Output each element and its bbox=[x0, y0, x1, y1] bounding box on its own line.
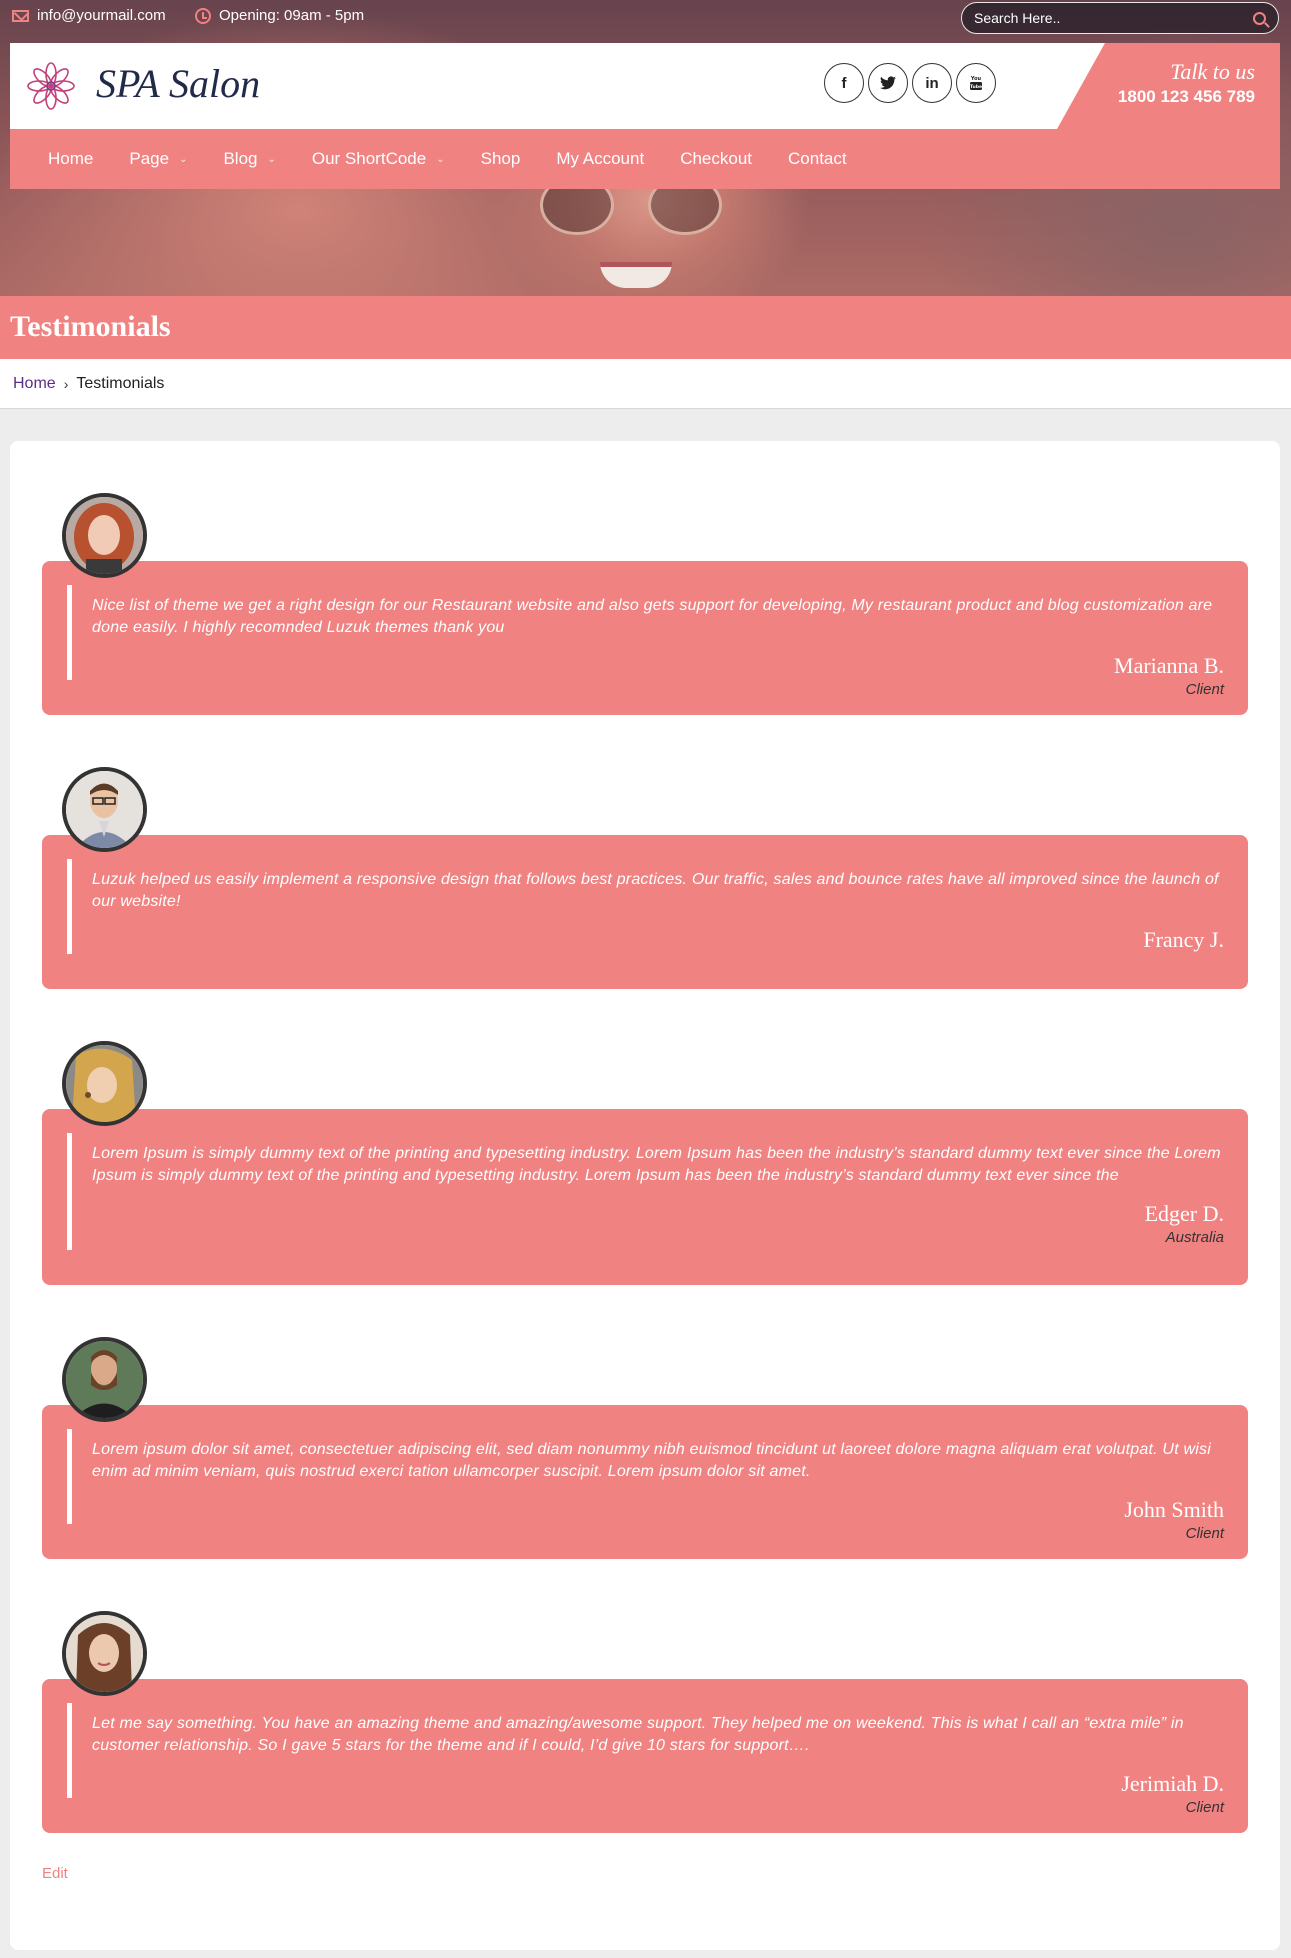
testimonial-role: Client bbox=[1185, 681, 1224, 698]
testimonial-bubble: Nice list of theme we get a right design… bbox=[42, 561, 1248, 715]
nav-item-shop[interactable]: Shop bbox=[481, 149, 521, 169]
search-input[interactable] bbox=[974, 10, 1253, 26]
avatar bbox=[62, 767, 147, 852]
mail-icon bbox=[12, 9, 29, 22]
linkedin-icon[interactable]: in bbox=[912, 63, 952, 103]
nav-label: Home bbox=[48, 149, 94, 168]
page-title: Testimonials bbox=[10, 310, 171, 343]
breadcrumb-home-link[interactable]: Home bbox=[13, 375, 56, 393]
search-box bbox=[961, 2, 1279, 34]
search-icon[interactable] bbox=[1253, 11, 1266, 25]
avatar bbox=[62, 493, 147, 578]
avatar bbox=[62, 1337, 147, 1422]
talk-label: Talk to us bbox=[1170, 59, 1255, 84]
clock-icon bbox=[195, 7, 211, 24]
quote-bar bbox=[67, 1703, 72, 1798]
testimonial-role bbox=[92, 955, 1224, 973]
testimonial-quote: Let me say something. You have an amazin… bbox=[92, 1715, 1184, 1754]
email-text: info@yourmail.com bbox=[37, 7, 166, 24]
testimonial-author: Edger D. bbox=[1144, 1201, 1224, 1226]
nav-item-my-account[interactable]: My Account bbox=[556, 149, 644, 169]
content-card: Nice list of theme we get a right design… bbox=[10, 441, 1280, 1950]
chevron-down-icon: ⌄ bbox=[179, 153, 188, 165]
quote-bar bbox=[67, 1429, 72, 1524]
testimonial-bubble: Let me say something. You have an amazin… bbox=[42, 1679, 1248, 1833]
site-title[interactable]: SPA Salon bbox=[96, 60, 260, 107]
testimonial-role: Australia bbox=[1165, 1229, 1224, 1246]
quote-bar bbox=[67, 1133, 72, 1250]
chevron-right-icon: › bbox=[63, 375, 69, 392]
testimonial-role: Client bbox=[1185, 1525, 1224, 1542]
svg-text:Tube: Tube bbox=[970, 84, 982, 90]
quote-bar bbox=[67, 585, 72, 680]
testimonial-bubble: Lorem ipsum dolor sit amet, consectetuer… bbox=[42, 1405, 1248, 1559]
nav-item-page[interactable]: Page ⌄ bbox=[129, 149, 187, 169]
testimonial-author: Francy J. bbox=[1143, 927, 1224, 952]
testimonial-bubble: Luzuk helped us easily implement a respo… bbox=[42, 835, 1248, 989]
testimonial-bubble: Lorem Ipsum is simply dummy text of the … bbox=[42, 1109, 1248, 1285]
youtube-icon[interactable]: You Tube bbox=[956, 63, 996, 103]
top-opening-hours: Opening: 09am - 5pm bbox=[195, 7, 364, 24]
nav-label: Checkout bbox=[680, 149, 753, 168]
nav-label: My Account bbox=[556, 149, 645, 168]
nav-label: Shop bbox=[480, 149, 521, 168]
edit-link[interactable]: Edit bbox=[42, 1865, 68, 1882]
facebook-icon[interactable]: f bbox=[824, 63, 864, 103]
nav-item-shortcode[interactable]: Our ShortCode ⌄ bbox=[312, 149, 445, 169]
testimonial-author: Marianna B. bbox=[1114, 653, 1224, 678]
breadcrumb: Home › Testimonials bbox=[0, 359, 1291, 409]
testimonial-quote: Lorem Ipsum is simply dummy text of the … bbox=[92, 1145, 1221, 1184]
nav-label: Contact bbox=[788, 149, 847, 168]
nav-label: Our ShortCode bbox=[311, 149, 427, 168]
nav-item-home[interactable]: Home bbox=[48, 149, 93, 169]
nav-item-contact[interactable]: Contact bbox=[788, 149, 847, 169]
talk-panel-slant bbox=[1057, 43, 1105, 129]
nav-item-checkout[interactable]: Checkout bbox=[680, 149, 752, 169]
testimonial-role: Client bbox=[1185, 1799, 1224, 1816]
nav-label: Page bbox=[129, 149, 170, 168]
avatar bbox=[62, 1041, 147, 1126]
nav-label: Blog bbox=[223, 149, 258, 168]
page-title-bar: Testimonials bbox=[0, 296, 1291, 359]
quote-bar bbox=[67, 859, 72, 954]
opening-text: Opening: 09am - 5pm bbox=[219, 7, 365, 24]
phone-number[interactable]: 1800 123 456 789 bbox=[1118, 87, 1255, 107]
svg-text:You: You bbox=[970, 76, 982, 82]
testimonial-quote: Luzuk helped us easily implement a respo… bbox=[92, 871, 1219, 910]
social-links: f in You Tube bbox=[824, 63, 996, 103]
chevron-down-icon: ⌄ bbox=[267, 153, 276, 165]
testimonial-author: Jerimiah D. bbox=[1121, 1771, 1224, 1796]
nav-item-blog[interactable]: Blog ⌄ bbox=[223, 149, 275, 169]
avatar bbox=[62, 1611, 147, 1696]
top-email[interactable]: info@yourmail.com bbox=[12, 7, 166, 24]
twitter-icon[interactable] bbox=[868, 63, 908, 103]
chevron-down-icon: ⌄ bbox=[436, 153, 445, 165]
breadcrumb-current: Testimonials bbox=[76, 374, 165, 392]
lotus-logo-icon[interactable] bbox=[26, 61, 76, 111]
testimonial-quote: Lorem ipsum dolor sit amet, consectetuer… bbox=[92, 1441, 1211, 1480]
main-nav: Home Page ⌄ Blog ⌄ Our ShortCode ⌄ Shop My … bbox=[10, 129, 1280, 189]
testimonial-quote: Nice list of theme we get a right design… bbox=[92, 597, 1213, 636]
testimonial-author: John Smith bbox=[1124, 1497, 1224, 1522]
